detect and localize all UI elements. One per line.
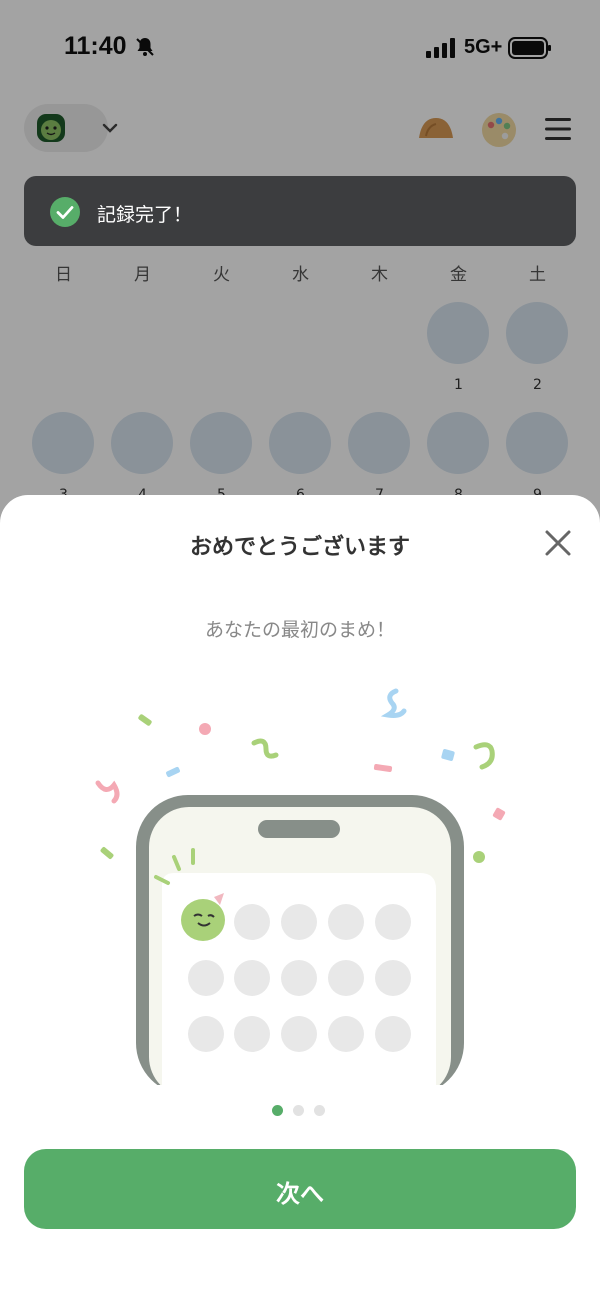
close-icon[interactable]: [540, 525, 576, 561]
next-button-label: 次へ: [276, 1181, 324, 1208]
next-button[interactable]: 次へ: [24, 1149, 576, 1229]
toast-message: 記録完了！: [97, 204, 193, 226]
page-dot: [314, 1105, 325, 1116]
sheet-subtitle: あなたの最初のまめ！: [204, 619, 395, 641]
page-dot: [293, 1105, 304, 1116]
bottom-sheet: おめでとうございます あなたの最初のまめ！ 次へ: [0, 495, 600, 1304]
page-indicator: [272, 1105, 332, 1117]
page-dot-active: [272, 1105, 283, 1116]
sheet-title: おめでとうございます: [189, 535, 410, 560]
check-circle-icon: [50, 197, 80, 227]
celebration-illustration: [95, 688, 506, 1085]
toast-notification: 記録完了！: [24, 176, 576, 246]
